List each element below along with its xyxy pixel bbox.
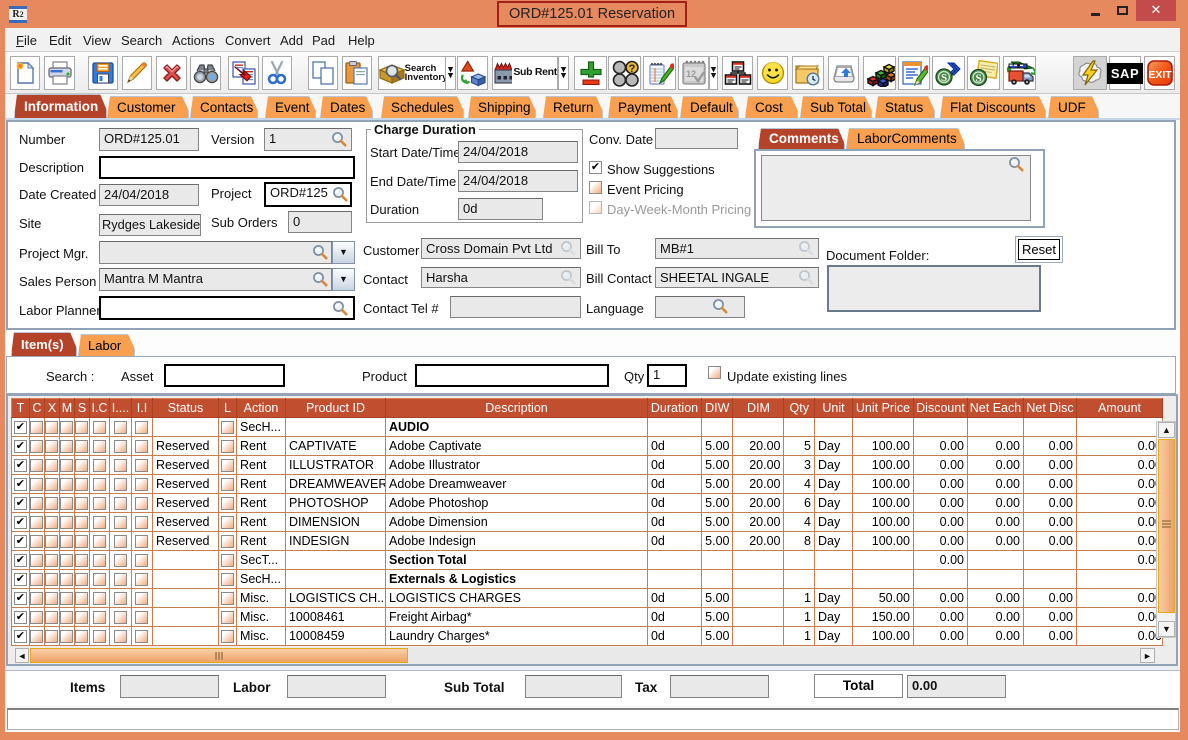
svg-text:?: ? [628,63,635,75]
svg-text:S: S [940,72,946,84]
svg-text:EXIT: EXIT [1148,69,1172,81]
svg-text:S: S [975,73,981,85]
